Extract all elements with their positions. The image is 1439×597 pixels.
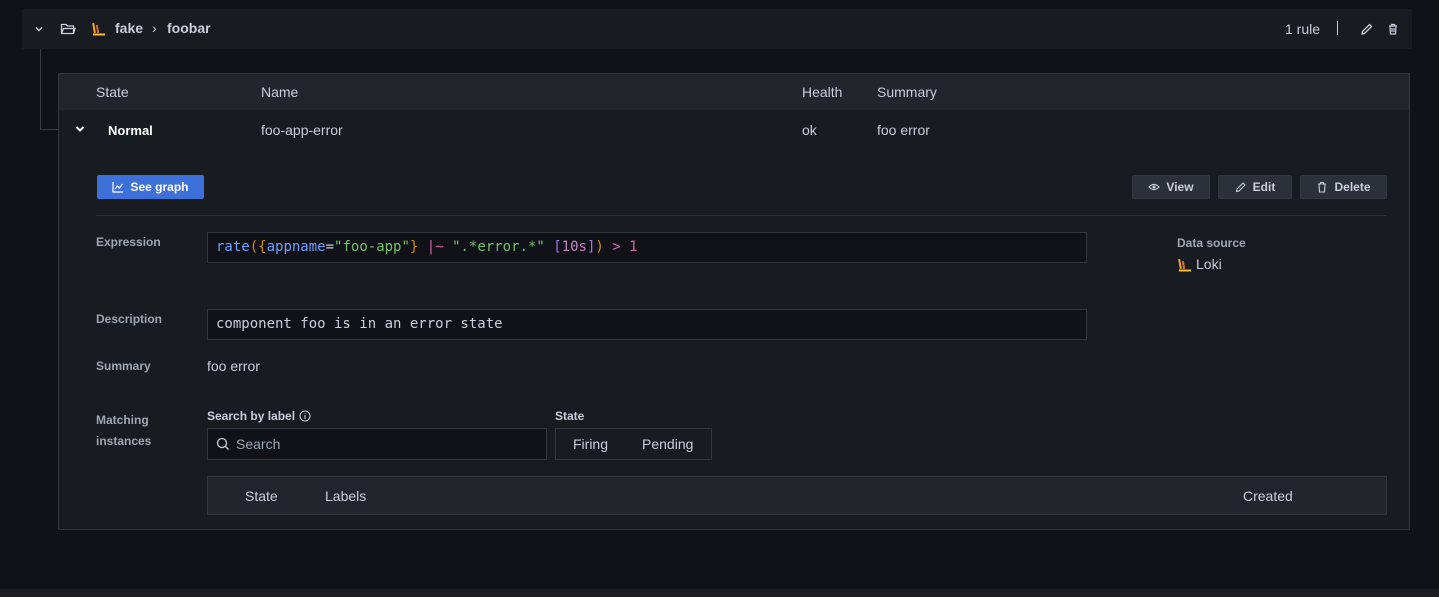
edit-label: Edit — [1252, 180, 1276, 194]
expr-function: rate — [216, 239, 250, 255]
loki-logo — [92, 22, 105, 36]
instances-header-labels: Labels — [325, 488, 367, 504]
divider — [96, 215, 1387, 216]
state-filter: Firing Pending — [555, 428, 712, 460]
graph-icon — [112, 182, 124, 193]
view-label: View — [1166, 180, 1194, 194]
rules-table: State Name Health Summary Normal foo-app… — [58, 73, 1410, 530]
search-by-label: Search by label — [207, 409, 311, 423]
expr-regex: ".*error.*" — [452, 239, 545, 255]
search-by-label-text: Search by label — [207, 409, 296, 423]
group-name: foobar — [167, 20, 211, 36]
view-button[interactable]: View — [1132, 175, 1210, 199]
expr-threshold: 1 — [629, 239, 638, 255]
rule-name: foo-app-error — [261, 122, 343, 138]
matching-instances-label: Matching instances — [96, 410, 151, 452]
expr-operator: |~ — [418, 239, 453, 255]
rule-summary: foo error — [877, 122, 930, 138]
trash-icon[interactable] — [1386, 22, 1400, 36]
rule-health: ok — [802, 122, 817, 138]
summary-value: foo error — [207, 358, 260, 374]
header-health: Health — [802, 84, 843, 100]
eye-icon — [1148, 183, 1161, 191]
instances-header-state: State — [245, 488, 278, 504]
description-field[interactable]: component foo is in an error state — [207, 309, 1087, 340]
see-graph-label: See graph — [130, 180, 189, 194]
pen-icon — [1235, 182, 1246, 193]
info-circle-icon[interactable] — [299, 410, 311, 422]
description-label: Description — [96, 312, 163, 326]
expr-paren: ) — [595, 239, 604, 255]
loki-logo — [1178, 258, 1191, 272]
summary-label: Summary — [96, 359, 151, 373]
state-option-firing[interactable]: Firing — [556, 436, 625, 452]
bottom-bar — [0, 589, 1439, 597]
expr-space — [545, 239, 553, 255]
header-name: Name — [261, 84, 299, 100]
chevron-down-icon[interactable] — [73, 122, 87, 136]
matching-label-line2: instances — [96, 434, 152, 448]
expr-eq: = — [325, 239, 335, 255]
header-summary: Summary — [877, 84, 937, 100]
state-option-pending[interactable]: Pending — [625, 436, 710, 452]
expr-compare: > — [603, 239, 630, 255]
datasource-label: Data source — [1177, 236, 1246, 250]
divider — [1337, 21, 1338, 35]
edit-button[interactable]: Edit — [1218, 175, 1292, 199]
table-row: Normal foo-app-error ok foo error — [59, 110, 1409, 148]
table-header: State Name Health Summary — [59, 74, 1409, 110]
trash-icon — [1318, 181, 1327, 193]
pen-icon[interactable] — [1360, 22, 1374, 36]
rule-group-header: fake › foobar 1 rule — [22, 9, 1412, 49]
expr-range: 10s — [561, 239, 587, 255]
rule-state: Normal — [108, 123, 153, 138]
namespace-name: fake — [115, 20, 144, 36]
expression-editor[interactable]: rate({appname="foo-app"} |~ ".*error.*" … — [207, 232, 1087, 263]
instances-header-created: Created — [1243, 488, 1293, 504]
delete-label: Delete — [1334, 180, 1371, 194]
search-input[interactable]: Search — [207, 428, 547, 460]
expr-brace: { — [258, 239, 267, 255]
state-filter-label: State — [555, 409, 585, 423]
folder-open-icon — [60, 23, 76, 35]
header-state: State — [96, 84, 129, 100]
rule-count: 1 rule — [1285, 21, 1321, 37]
breadcrumb-separator: › — [152, 20, 157, 36]
matching-label-line1: Matching — [96, 413, 149, 427]
expr-bracket: [ — [553, 239, 562, 255]
expr-value: "foo-app" — [334, 239, 410, 255]
search-placeholder: Search — [236, 436, 281, 452]
expr-label: appname — [266, 239, 326, 255]
delete-button[interactable]: Delete — [1300, 175, 1387, 199]
chevron-down-icon[interactable] — [32, 22, 46, 36]
instances-table-header: State Labels Created — [207, 476, 1387, 515]
see-graph-button[interactable]: See graph — [97, 175, 204, 199]
tree-connector — [40, 129, 59, 130]
search-icon — [216, 437, 229, 450]
expression-label: Expression — [96, 235, 161, 249]
expr-paren: ( — [249, 239, 259, 255]
tree-connector — [40, 49, 41, 130]
datasource-name[interactable]: Loki — [1196, 256, 1222, 272]
